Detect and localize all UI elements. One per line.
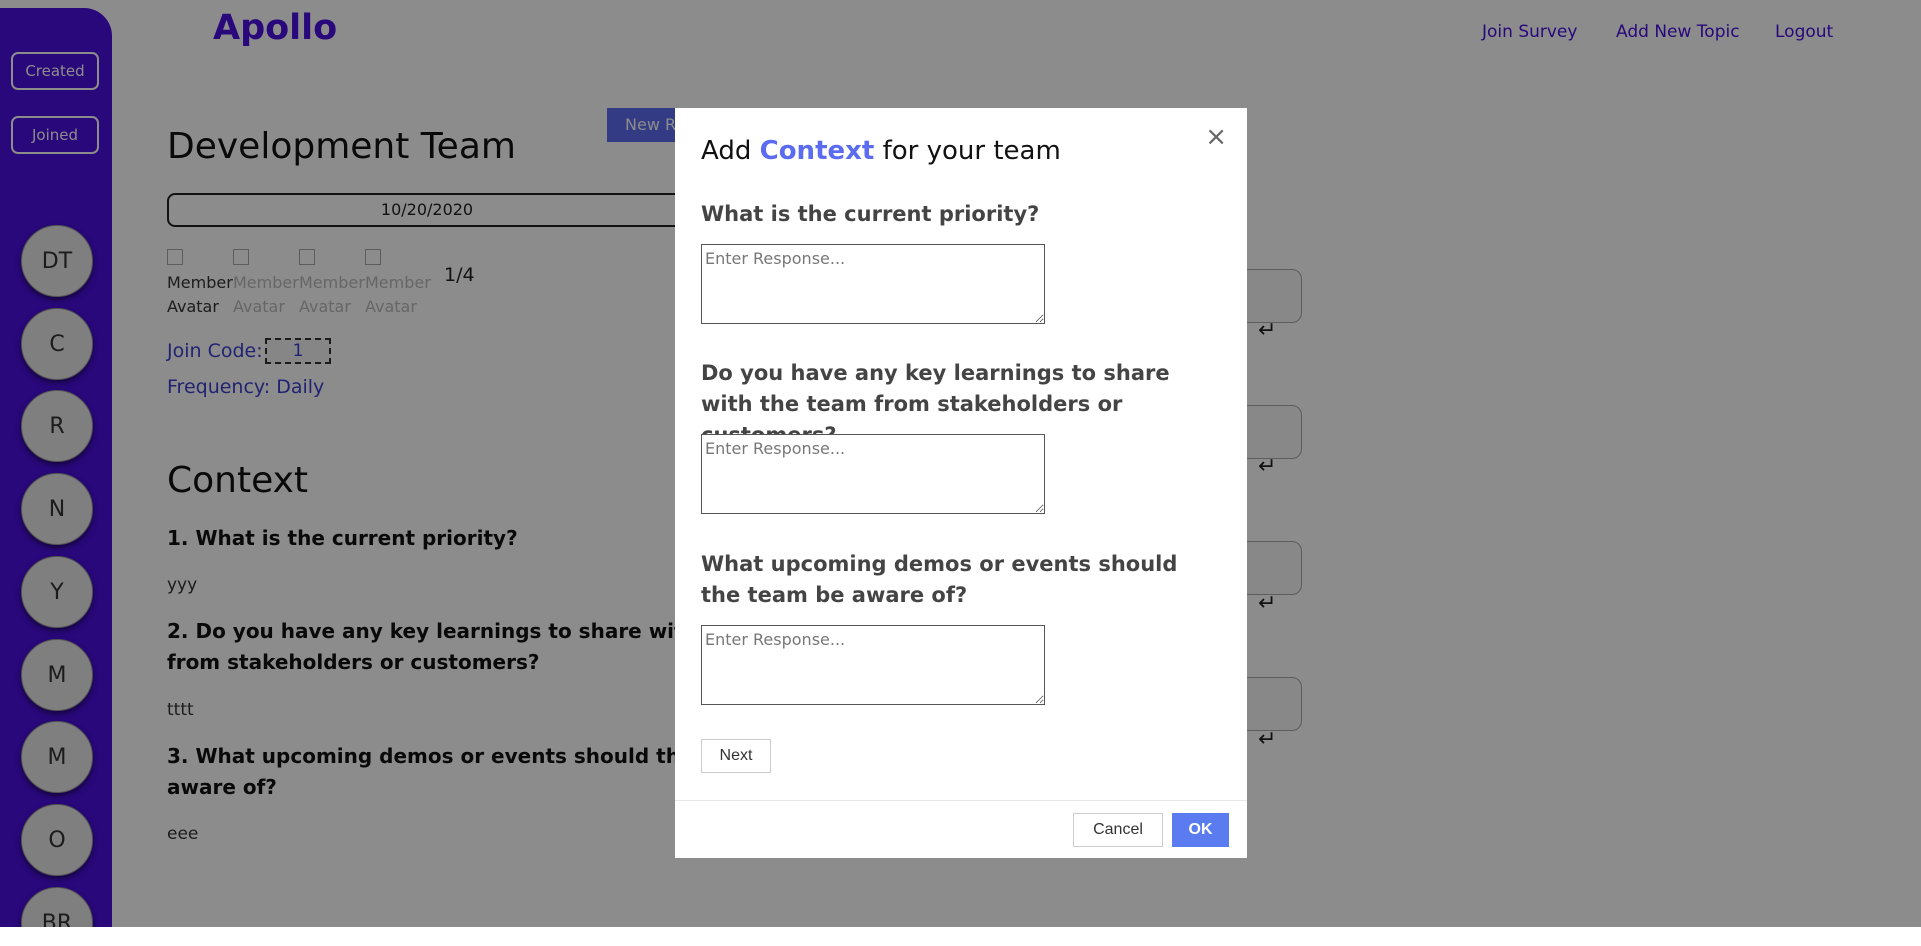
question-events: What upcoming demos or events should the… <box>701 552 1178 607</box>
events-response-field[interactable] <box>701 625 1045 705</box>
footer-divider <box>675 800 1247 801</box>
cancel-button[interactable]: Cancel <box>1073 813 1163 847</box>
close-icon[interactable]: × <box>1205 124 1227 150</box>
next-button[interactable]: Next <box>701 739 771 773</box>
add-context-dialog: × Add Context for your team What is the … <box>675 108 1247 858</box>
question-priority: What is the current priority? <box>701 202 1040 226</box>
priority-response-field[interactable] <box>701 244 1045 324</box>
dialog-title: Add Context for your team <box>701 136 1061 166</box>
learnings-response-field[interactable] <box>701 434 1045 514</box>
ok-button[interactable]: OK <box>1172 813 1229 847</box>
